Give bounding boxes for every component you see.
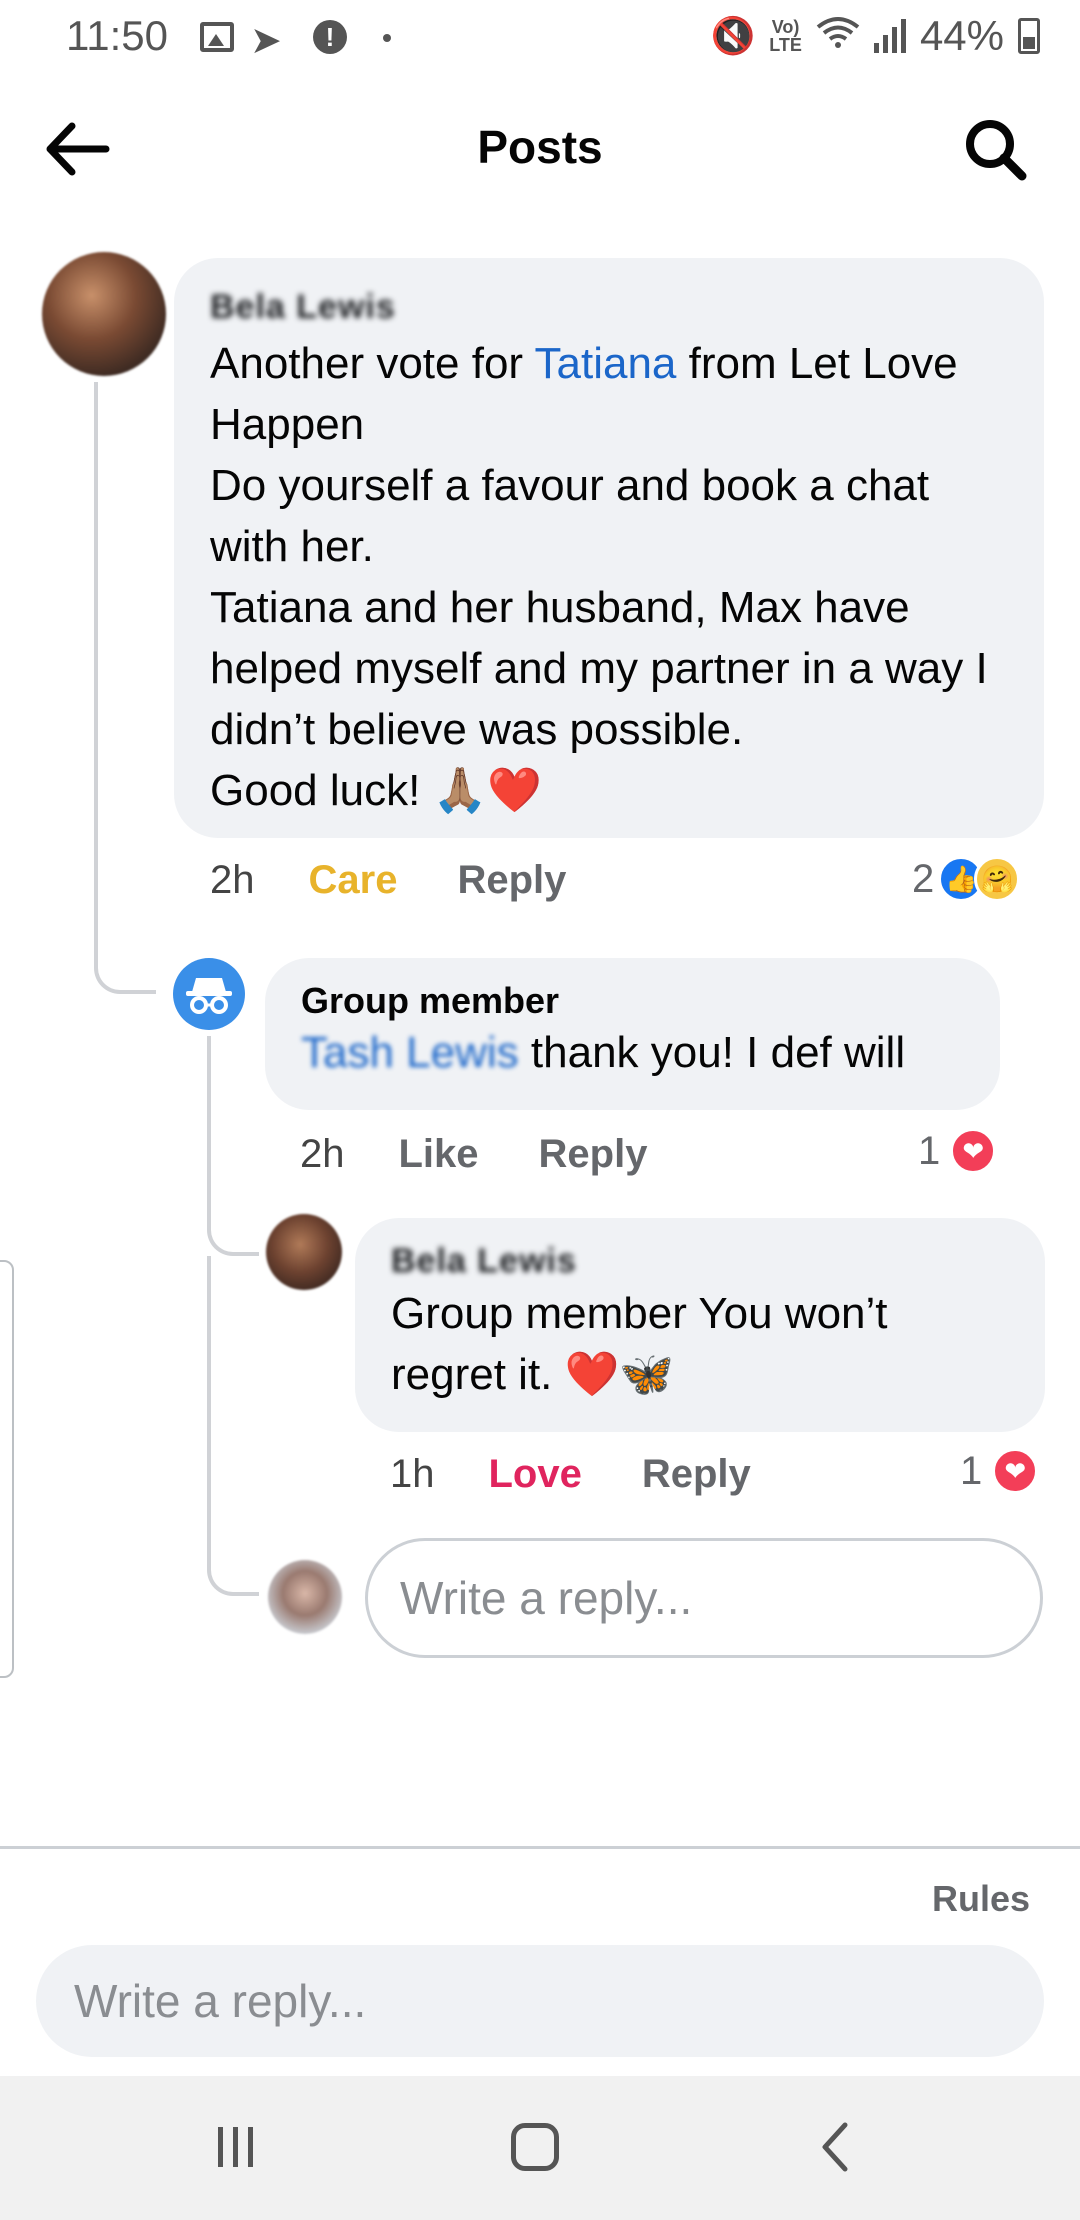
search-button[interactable] — [960, 114, 1040, 184]
thread-line-composer — [207, 1256, 259, 1596]
image-icon — [200, 22, 234, 52]
reaction-summary[interactable]: 1 ❤ — [918, 1128, 997, 1174]
signal-icon — [873, 19, 906, 53]
volte-label: Vo) — [771, 17, 800, 37]
reaction-count: 1 — [918, 1128, 941, 1173]
reaction-button[interactable]: Love — [489, 1452, 582, 1497]
lte-label: LTE — [769, 35, 802, 55]
edge-panel-handle[interactable] — [0, 1260, 14, 1678]
battery-icon — [1018, 18, 1040, 54]
rules-link[interactable]: Rules — [932, 1878, 1030, 1920]
comment-text: Another vote for Tatiana from Let Love H… — [210, 333, 1008, 821]
comment-actions: 1h Love Reply — [390, 1452, 811, 1497]
comment-time[interactable]: 2h — [300, 1132, 345, 1177]
comment-text-part: Good luck! 🙏🏽❤️ — [210, 766, 543, 815]
reaction-count: 2 — [912, 856, 935, 901]
comment-text: Tash Lewis thank you! I def will — [301, 1022, 964, 1083]
battery-percent: 44% — [919, 12, 1004, 59]
status-bar: 11:50 ➤ ! 🔇 Vo) LTE 44% — [0, 0, 1080, 72]
reply-button[interactable]: Reply — [457, 858, 566, 903]
love-icon: ❤ — [992, 1448, 1039, 1494]
avatar[interactable] — [42, 252, 166, 376]
arrow-left-icon — [46, 122, 110, 176]
comment-actions: 2h Care Reply — [210, 858, 626, 903]
comment-bubble[interactable]: Bela Lewis Group member You won’t regret… — [355, 1218, 1045, 1432]
home-button[interactable] — [500, 2112, 570, 2182]
my-avatar — [268, 1560, 342, 1634]
reply-input[interactable]: Write a reply... — [365, 1538, 1043, 1658]
incognito-icon — [186, 978, 232, 1014]
mute-icon: 🔇 — [710, 15, 756, 56]
alert-icon: ! — [313, 20, 347, 54]
comment-bubble[interactable]: Bela Lewis Another vote for Tatiana from… — [174, 258, 1044, 838]
reaction-summary[interactable]: 1 ❤ — [960, 1448, 1039, 1494]
page-title: Posts — [477, 121, 603, 173]
back-nav-button[interactable] — [800, 2112, 870, 2182]
recent-apps-icon — [247, 2127, 253, 2167]
reply-button[interactable]: Reply — [539, 1132, 648, 1177]
comment-actions: 2h Like Reply — [300, 1132, 707, 1177]
home-icon — [511, 2123, 559, 2171]
divider — [0, 1846, 1080, 1849]
reaction-summary[interactable]: 2 👍 🤗 — [912, 856, 1021, 902]
thread-line-reply — [207, 1036, 259, 1256]
love-icon: ❤ — [950, 1128, 997, 1174]
comment-author[interactable]: Bela Lewis — [391, 1242, 577, 1281]
recent-apps-button[interactable] — [200, 2112, 270, 2182]
recent-apps-icon — [232, 2127, 238, 2167]
telegram-icon: ➤ — [250, 20, 282, 62]
comment-text-part: Another vote for — [210, 339, 535, 388]
reaction-count: 1 — [960, 1448, 983, 1493]
app-header: Posts — [0, 100, 1080, 200]
dot-icon — [383, 34, 391, 42]
wifi-icon — [816, 15, 860, 58]
chevron-left-icon — [822, 2122, 848, 2172]
comment-time[interactable]: 1h — [390, 1452, 435, 1497]
reply-button[interactable]: Reply — [642, 1452, 751, 1497]
comment-input[interactable]: Write a reply... — [36, 1945, 1044, 2057]
status-right: 🔇 Vo) LTE 44% — [710, 12, 1040, 60]
comment-text-part: Tatiana and her husband, Max have helped… — [210, 583, 988, 754]
comment-text-part: thank you! I def will — [518, 1028, 906, 1077]
comment-text: Group member You won’t regret it. ❤️🦋 — [391, 1289, 888, 1399]
anonymous-avatar[interactable] — [173, 958, 245, 1030]
back-button[interactable] — [40, 114, 120, 184]
comment-text-part: Do yourself a favour and book a chat wit… — [210, 461, 930, 571]
recent-apps-icon — [217, 2127, 223, 2167]
reaction-button[interactable]: Care — [309, 858, 398, 903]
comment-author[interactable]: Group member — [301, 980, 964, 1022]
mention-link[interactable]: Tatiana — [535, 339, 677, 388]
comment-author[interactable]: Bela Lewis — [210, 288, 396, 327]
navigation-bar — [0, 2076, 1080, 2220]
comment-time[interactable]: 2h — [210, 858, 255, 903]
reaction-button[interactable]: Like — [399, 1132, 479, 1177]
mention-link[interactable]: Tash Lewis — [301, 1022, 519, 1083]
care-icon: 🤗 — [974, 856, 1021, 902]
status-time: 11:50 — [66, 12, 168, 59]
avatar[interactable] — [266, 1214, 342, 1290]
search-icon — [966, 120, 1027, 181]
comment-bubble[interactable]: Group member Tash Lewis thank you! I def… — [265, 958, 1000, 1110]
volte-icon: Vo) LTE — [769, 18, 802, 54]
thread-line-main — [94, 382, 156, 994]
